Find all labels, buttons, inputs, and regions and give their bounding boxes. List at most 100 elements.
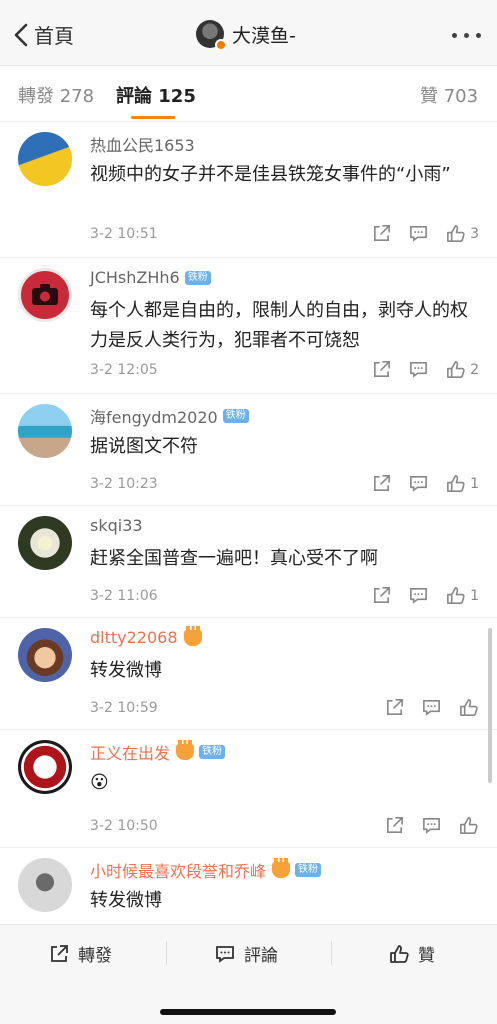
flower-avatar[interactable] [18,516,72,570]
like-button[interactable]: 2 [445,359,479,380]
comment-username[interactable]: skqi33 [90,516,143,535]
thumbs-up-icon [460,699,478,716]
reply-button[interactable] [408,473,429,494]
tab-label: 轉發 [18,86,54,107]
cartoon-avatar[interactable] [18,628,72,682]
comment-username[interactable]: dltty22068 [90,625,202,647]
share-button[interactable] [371,223,392,244]
reply-button[interactable] [421,697,442,718]
share-button[interactable] [371,585,392,606]
like-label: 贊 [418,946,435,966]
vip-crown-icon [183,625,202,646]
page-title[interactable]: 大漠鱼- [196,20,296,51]
username-text: JCHshZHh6 [90,268,180,287]
back-button[interactable]: 首頁 [12,20,74,49]
fan-badge: 铁粉 [199,745,226,759]
comment-username[interactable]: 正义在出发 铁粉 [90,740,226,764]
comment-text: 视频中的女子并不是佳县铁笼女事件的“小雨” [90,164,451,185]
comment-username[interactable]: 海fengydm2020 铁粉 [90,404,249,428]
comment-time: 3-2 10:23 [90,476,158,492]
comment-time: 3-2 12:05 [90,362,158,378]
fan-badge: 铁粉 [295,863,322,877]
flag-avatar[interactable] [18,132,72,186]
tab-comments[interactable]: 評論 125 [116,82,196,108]
thumbs-up-icon [447,475,465,492]
comment-actions [384,697,479,718]
thumbs-up-icon [447,361,465,378]
share-icon [374,361,391,377]
tab-bar: 轉發 278 評論 125 贊 703 [0,66,497,122]
reply-button[interactable] [408,223,429,244]
tab-label: 贊 [420,86,438,107]
like-button[interactable]: 1 [445,585,479,606]
comment-actions: 3 [371,223,479,244]
tab-likes[interactable]: 贊 703 [420,82,478,108]
share-button[interactable] [371,473,392,494]
comment-actions [384,815,479,836]
scrollbar[interactable] [488,628,492,783]
list-item: 热血公民1653 视频中的女子并不是佳县铁笼女事件的“小雨” 3-2 10:51… [0,122,497,258]
divider [166,941,167,965]
share-button[interactable] [371,359,392,380]
tab-count: 125 [158,86,196,107]
comment-text: 转发微博 [90,890,162,911]
active-tab-indicator [131,116,175,119]
comment-actions: 2 [371,359,479,380]
comment-icon [216,945,234,963]
share-button[interactable] [384,697,405,718]
logo-avatar[interactable] [18,740,72,794]
list-item: 海fengydm2020 铁粉 据说图文不符 3-2 10:23 1 [0,394,497,506]
camera-icon [32,284,58,305]
like-count: 1 [470,475,479,492]
vip-crown-icon [176,740,195,760]
top-nav-bar: 首頁 大漠鱼- [0,0,497,66]
thumbs-up-icon [460,817,478,834]
comment-icon [423,700,440,716]
share-button[interactable] [384,815,405,836]
thumbs-up-icon [390,944,409,963]
like-button[interactable] [458,815,479,836]
tab-count: 278 [59,86,95,107]
comment-icon [423,818,440,834]
comment-username[interactable]: JCHshZHh6 铁粉 [90,268,211,287]
home-indicator[interactable] [160,1009,336,1015]
like-button[interactable]: 1 [445,473,479,494]
like-button[interactable]: 贊 [388,941,435,966]
comment-icon [410,362,428,378]
like-button[interactable]: 3 [445,223,479,244]
comment-time: 3-2 10:50 [90,818,158,834]
share-icon [387,699,403,715]
comment-time: 3-2 10:59 [90,700,158,716]
comment-button[interactable]: 評論 [214,941,278,966]
comment-text: 转发微博 [90,660,162,681]
comment-icon [410,588,428,604]
fan-badge: 铁粉 [184,270,211,285]
tab-count: 703 [443,86,479,107]
tab-reposts[interactable]: 轉發 278 [18,82,94,108]
comment-time: 3-2 10:51 [90,226,158,242]
list-item: skqi33 赶紧全国普查一遍吧！真心受不了啊 3-2 11:06 1 [0,506,497,618]
bottom-action-bar: 轉發 評論 贊 [0,924,497,1024]
author-name: 大漠鱼- [232,24,296,47]
comment-username[interactable]: 小时候最喜欢段誉和乔峰 铁粉 [90,858,322,882]
list-item: JCHshZHh6 铁粉 每个人都是自由的，限制人的自由，剥夺人的权力是反人类行为… [0,258,497,394]
username-text: 海fengydm2020 [90,408,218,427]
like-button[interactable] [458,697,479,718]
comment-username[interactable]: 热血公民1653 [90,132,195,156]
seaside-avatar[interactable] [18,404,72,458]
more-options-icon[interactable] [452,33,481,38]
username-text: 正义在出发 [90,744,171,763]
thumbs-up-icon [447,587,465,604]
reply-button[interactable] [408,585,429,606]
tab-label: 評論 [116,86,152,107]
like-count: 2 [470,361,479,378]
username-text: dltty22068 [90,628,178,647]
reply-button[interactable] [408,359,429,380]
list-item: 小时候最喜欢段誉和乔峰 铁粉 转发微博 [0,848,497,924]
reply-button[interactable] [421,815,442,836]
comment-icon [410,476,428,492]
comment-actions: 1 [371,473,479,494]
repost-button[interactable]: 轉發 [48,941,112,966]
photo-avatar[interactable] [18,858,72,912]
camera-avatar[interactable] [18,268,72,322]
